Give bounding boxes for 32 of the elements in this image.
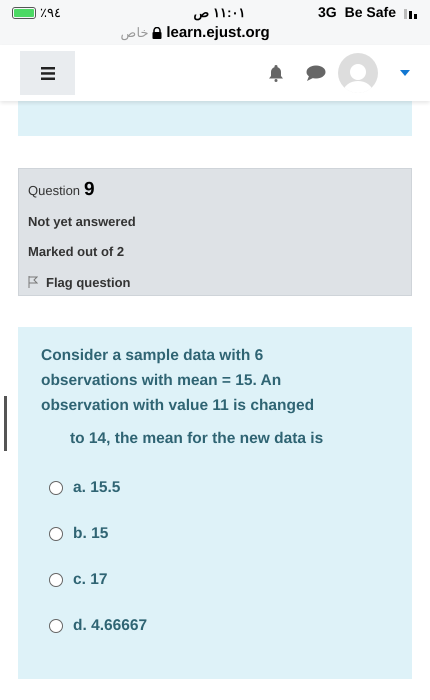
- radio-button[interactable]: [49, 619, 63, 633]
- question-text: to 14, the mean for the new data is: [69, 429, 324, 449]
- url-text[interactable]: learn.ejust.org: [166, 23, 270, 42]
- option-label[interactable]: b. 15: [73, 522, 108, 546]
- option-label[interactable]: c. 17: [73, 568, 108, 592]
- private-label: خاص: [120, 24, 148, 42]
- option-label[interactable]: a. 15.5: [73, 476, 120, 500]
- network-type: 3G: [318, 3, 337, 22]
- clock: ١١:٠١ ص: [193, 4, 246, 22]
- signal-icon: [404, 6, 418, 18]
- question-number: 9: [84, 180, 95, 199]
- flag-icon: [28, 276, 38, 288]
- bell-icon[interactable]: [268, 64, 284, 82]
- menu-icon: [40, 66, 54, 80]
- user-silhouette-icon: [343, 61, 373, 93]
- flag-question-link[interactable]: Flag question: [28, 272, 130, 292]
- radio-button[interactable]: [49, 481, 63, 495]
- lock-icon: [152, 26, 162, 38]
- option-label[interactable]: d. 4.66667: [73, 614, 148, 638]
- battery-percentage: ٪٩٤: [40, 4, 61, 22]
- question-label: Question: [28, 182, 80, 200]
- carrier-name: Be Safe: [344, 3, 396, 22]
- answer-state: Not yet answered: [28, 212, 137, 231]
- caret-icon[interactable]: [400, 70, 410, 76]
- radio-button[interactable]: [49, 527, 63, 541]
- question-text: Consider a sample data with 6 observations with mean = 15. An observation with value 11 is changed: [41, 346, 316, 416]
- battery-icon: [12, 6, 36, 18]
- marks-text: Marked out of 2: [28, 243, 126, 261]
- radio-button[interactable]: [49, 573, 63, 587]
- text-cursor: [4, 396, 7, 451]
- chat-icon[interactable]: [306, 64, 326, 82]
- menu-button[interactable]: [20, 51, 75, 95]
